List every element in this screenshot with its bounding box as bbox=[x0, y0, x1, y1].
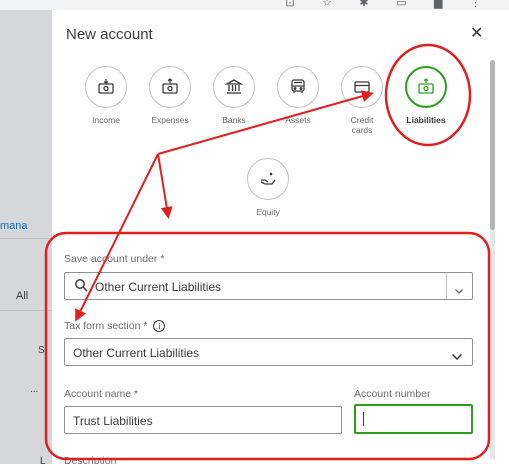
tax-form-section-label: Tax form section * bbox=[64, 320, 148, 332]
account-type-equity[interactable]: Equity bbox=[236, 158, 300, 217]
hand-money-icon bbox=[247, 158, 289, 200]
save-account-under-label: Save account under * bbox=[64, 253, 165, 265]
account-name-input[interactable]: Trust Liabilities bbox=[64, 406, 342, 434]
account-name-label: Account name * bbox=[64, 388, 139, 400]
background-text-fragment: ... bbox=[30, 384, 39, 395]
tax-form-section-value: Other Current Liabilities bbox=[73, 346, 200, 360]
credit-card-icon bbox=[341, 66, 383, 108]
account-type-expenses[interactable]: Expenses bbox=[138, 66, 202, 125]
panel-scrollbar[interactable] bbox=[490, 60, 495, 460]
money-down-icon bbox=[85, 66, 127, 108]
money-up-icon bbox=[405, 66, 447, 108]
account-number-input[interactable] bbox=[354, 404, 473, 434]
tax-form-section-label-row: Tax form section * i bbox=[64, 320, 166, 332]
text-cursor bbox=[363, 412, 364, 426]
account-type-label: Liabilities bbox=[406, 115, 446, 125]
background-text-fragment: S bbox=[38, 345, 45, 356]
save-account-under-combobox[interactable]: Other Current Liabilities bbox=[64, 272, 473, 300]
browser-toolbar-strip: ⊡ ☆ ✱ ▭ ▆ ⋮ bbox=[0, 0, 509, 10]
combobox-divider bbox=[446, 273, 447, 299]
account-type-label: Income bbox=[92, 115, 120, 125]
browser-toolbar-icons: ⊡ ☆ ✱ ▭ ▆ ⋮ bbox=[285, 0, 493, 9]
account-type-credit-cards[interactable]: Credit cards bbox=[330, 66, 394, 135]
background-app: mana All S ... L bbox=[0, 10, 52, 464]
account-type-label: Assets bbox=[285, 115, 311, 125]
panel-title: New account bbox=[66, 26, 153, 43]
account-type-banks[interactable]: Banks bbox=[202, 66, 266, 125]
scrollbar-thumb[interactable] bbox=[490, 60, 495, 230]
close-icon[interactable]: ✕ bbox=[470, 23, 483, 42]
money-up-icon bbox=[149, 66, 191, 108]
account-type-label: Equity bbox=[256, 207, 280, 217]
account-name-value: Trust Liabilities bbox=[73, 414, 153, 428]
chevron-down-icon[interactable] bbox=[454, 282, 464, 300]
save-account-under-value: Other Current Liabilities bbox=[95, 280, 222, 294]
chevron-down-icon[interactable] bbox=[451, 348, 463, 366]
tax-form-section-select[interactable]: Other Current Liabilities bbox=[64, 338, 473, 366]
account-type-label: Credit cards bbox=[350, 115, 374, 135]
account-type-income[interactable]: Income bbox=[74, 66, 138, 125]
account-number-label: Account number bbox=[354, 388, 431, 400]
truck-icon bbox=[277, 66, 319, 108]
account-type-assets[interactable]: Assets bbox=[266, 66, 330, 125]
background-text-fragment: mana bbox=[0, 220, 28, 232]
background-divider bbox=[0, 310, 52, 311]
bank-icon bbox=[213, 66, 255, 108]
description-label: Description bbox=[64, 455, 117, 464]
info-icon[interactable]: i bbox=[153, 320, 166, 332]
background-text-fragment: L bbox=[40, 456, 46, 464]
background-text-fragment: All bbox=[16, 290, 29, 302]
account-type-liabilities[interactable]: Liabilities bbox=[394, 66, 458, 125]
search-icon bbox=[74, 278, 88, 297]
account-type-label: Banks bbox=[222, 115, 246, 125]
account-type-label: Expenses bbox=[151, 115, 189, 125]
new-account-panel: New account ✕ Income Expenses Banks Asse… bbox=[52, 10, 509, 464]
background-divider bbox=[0, 238, 52, 239]
